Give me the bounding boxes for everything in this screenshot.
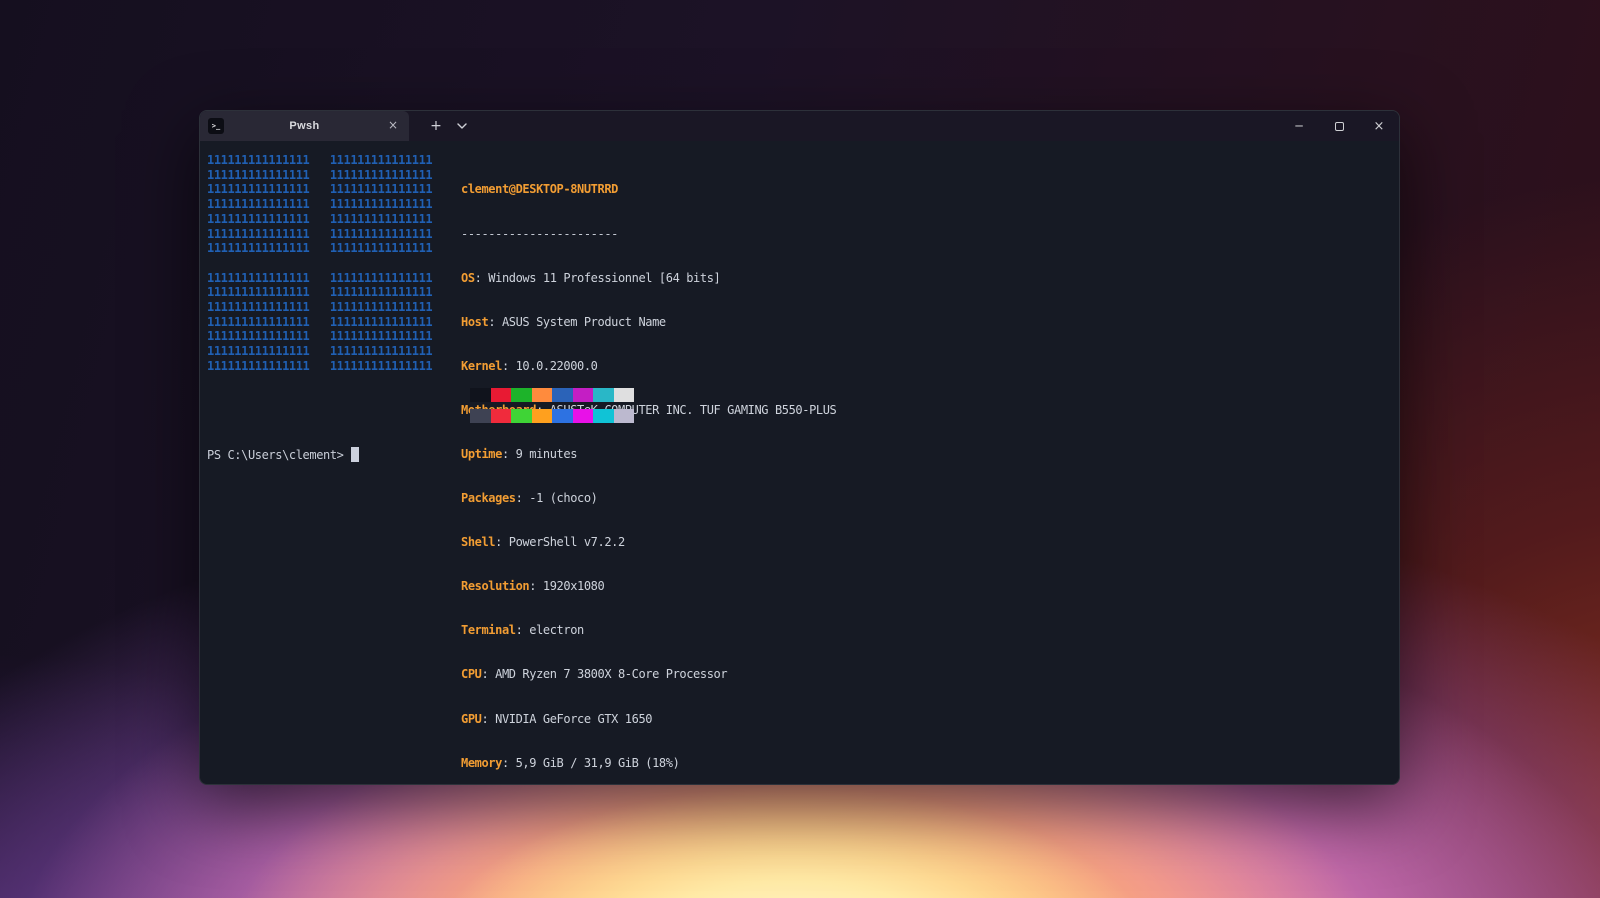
palette-swatch [470,388,491,402]
entry-packages: Packages: -1 (choco) [461,491,836,506]
tab-title: Pwsh [224,120,385,132]
tab-close-icon[interactable]: × [385,118,401,134]
entry-memory: Memory: 5,9 GiB / 31,9 GiB (18%) [461,756,836,771]
terminal-viewport[interactable]: 111111111111111 111111111111111 11111111… [200,141,1399,785]
fetch-separator: ----------------------- [461,227,836,242]
entry-terminal: Terminal: electron [461,623,836,638]
palette-swatch [573,409,594,423]
palette-swatch [491,388,512,402]
entry-resolution: Resolution: 1920x1080 [461,579,836,594]
palette-swatch [614,388,635,402]
system-info-column: clement@DESKTOP-8NUTRRD ----------------… [461,153,836,785]
palette-swatch [614,409,635,423]
palette-swatch [491,409,512,423]
tab-dropdown-button[interactable] [449,111,475,141]
tab-pwsh[interactable]: >_ Pwsh × [200,111,409,141]
window-controls: ─ × [1279,111,1399,141]
palette-swatch [552,409,573,423]
text-cursor [351,447,359,462]
palette-swatch [532,409,553,423]
entry-shell: Shell: PowerShell v7.2.2 [461,535,836,550]
palette-swatch [593,409,614,423]
desktop-wallpaper[interactable]: >_ Pwsh × + ─ × [0,0,1600,898]
close-button[interactable]: × [1359,111,1399,141]
prompt-text: PS C:\Users\clement> [207,448,344,462]
entry-cpu: CPU: AMD Ryzen 7 3800X 8-Core Processor [461,667,836,682]
entry-kernel: Kernel: 10.0.22000.0 [461,359,836,374]
maximize-icon [1335,122,1344,131]
terminal-color-palette [470,388,638,430]
minimize-icon: ─ [1295,119,1302,133]
palette-swatch [511,388,532,402]
maximize-button[interactable] [1319,111,1359,141]
entry-os: OS: Windows 11 Professionnel [64 bits] [461,271,836,286]
palette-swatch [532,388,553,402]
palette-swatch [593,388,614,402]
windows-logo-ascii-art: 111111111111111 111111111111111 11111111… [207,153,432,374]
titlebar-drag-region[interactable]: >_ Pwsh × + ─ × [200,111,1399,141]
minimize-button[interactable]: ─ [1279,111,1319,141]
entry-gpu: GPU: NVIDIA GeForce GTX 1650 [461,712,836,727]
terminal-window: >_ Pwsh × + ─ × [199,110,1400,785]
new-tab-button[interactable]: + [423,111,449,141]
entry-uptime: Uptime: 9 minutes [461,447,836,462]
palette-swatch [573,388,594,402]
palette-swatch [552,388,573,402]
close-icon: × [1374,119,1385,134]
fetch-user-host: clement@DESKTOP-8NUTRRD [461,182,836,197]
shell-prompt: PS C:\Users\clement> [207,447,359,463]
palette-swatch [470,409,491,423]
chevron-down-icon [457,123,467,129]
entry-host: Host: ASUS System Product Name [461,315,836,330]
palette-swatch [511,409,532,423]
powershell-icon: >_ [208,118,224,134]
